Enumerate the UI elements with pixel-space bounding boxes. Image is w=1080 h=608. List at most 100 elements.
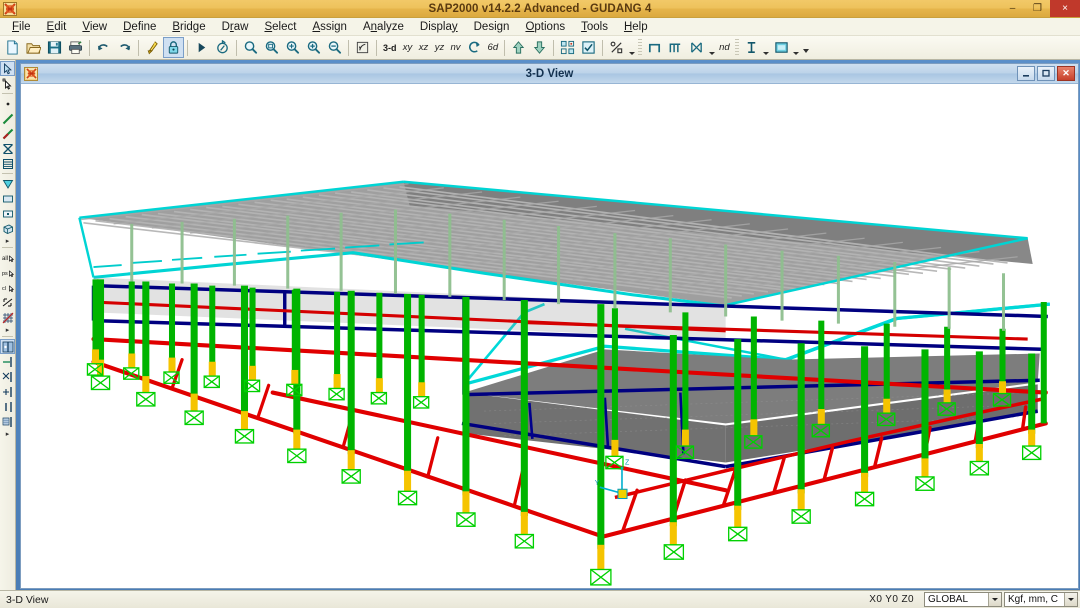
brace-dropdown-icon[interactable] [707, 37, 716, 58]
save-icon[interactable] [44, 37, 65, 58]
menu-select[interactable]: Select [256, 20, 304, 34]
view-nv-button[interactable]: nv [448, 42, 464, 53]
application-body: ▸ all ps cl ▸ ▸ 3-D View ✕ Z Y [0, 60, 1080, 590]
menu-define[interactable]: Define [115, 20, 164, 34]
draw-frame-icon[interactable] [644, 37, 665, 58]
view-restore-button[interactable] [1037, 66, 1055, 81]
snap-to-midpoint-icon[interactable] [0, 354, 15, 369]
draw-section-icon[interactable] [665, 37, 686, 58]
menu-view[interactable]: View [74, 20, 115, 34]
close-button[interactable]: × [1050, 0, 1080, 17]
menu-tools[interactable]: Tools [573, 20, 616, 34]
draw-rect-area-icon[interactable] [0, 191, 15, 206]
quick-draw-area-icon[interactable] [0, 206, 15, 221]
select-using-intersecting-line-icon[interactable] [0, 295, 15, 310]
menu-edit[interactable]: Edit [39, 20, 75, 34]
menu-bridge[interactable]: Bridge [164, 20, 213, 34]
view-3d-button[interactable]: 3-d [380, 43, 400, 53]
maximize-button[interactable]: ❐ [1025, 0, 1050, 17]
zoom-out-one-step-icon[interactable] [324, 37, 345, 58]
view-xy-button[interactable]: xy [400, 42, 416, 53]
clear-selection-icon[interactable]: cl [0, 280, 15, 295]
run-design-icon[interactable] [212, 37, 233, 58]
chevron-down-icon[interactable] [1064, 593, 1077, 606]
snap-to-point-icon[interactable] [0, 339, 15, 354]
view-xz-button[interactable]: xz [416, 42, 432, 53]
menu-help[interactable]: Help [616, 20, 656, 34]
draw-brace-icon[interactable] [686, 37, 707, 58]
quick-draw-brace-icon[interactable] [0, 141, 15, 156]
quick-draw-secondary-icon[interactable] [0, 156, 15, 171]
open-file-icon[interactable] [23, 37, 44, 58]
snap-to-element-intersection-icon[interactable] [0, 369, 15, 384]
nd-button[interactable]: nd [716, 42, 733, 53]
snap-grid-off-icon[interactable] [0, 310, 15, 325]
reshape-element-icon[interactable] [0, 76, 15, 91]
print-graphics-icon[interactable] [65, 37, 86, 58]
restore-full-view-icon[interactable] [261, 37, 282, 58]
quick-draw-frame-icon[interactable] [0, 126, 15, 141]
minimize-button[interactable]: – [1000, 0, 1025, 17]
lock-unlock-model-icon[interactable] [163, 37, 184, 58]
draw-solid-icon[interactable] [0, 221, 15, 236]
refresh-window-icon[interactable] [142, 37, 163, 58]
menu-analyze[interactable]: Analyze [355, 20, 412, 34]
menu-display[interactable]: Display [412, 20, 466, 34]
zoom-in-one-step-icon[interactable] [303, 37, 324, 58]
sap2000-icon [3, 1, 17, 16]
side-toolbar-more-icon-2[interactable]: ▸ [0, 325, 15, 334]
rotate-3d-view-button[interactable]: 6d [485, 42, 502, 53]
pan-icon[interactable] [352, 37, 373, 58]
menu-options[interactable]: Options [517, 20, 573, 34]
toolbar-grip-2[interactable] [734, 38, 739, 57]
snap-perpendicular-icon[interactable] [0, 384, 15, 399]
redo-icon[interactable] [114, 37, 135, 58]
run-analysis-icon[interactable] [191, 37, 212, 58]
previous-zoom-icon[interactable] [282, 37, 303, 58]
three-d-model-canvas[interactable]: Z Y [21, 84, 1078, 588]
menu-file[interactable]: File [4, 20, 39, 34]
display-view-icon[interactable] [771, 37, 792, 58]
coordinate-system-dropdown[interactable]: GLOBAL [924, 592, 1002, 607]
view-yz-button[interactable]: yz [432, 42, 448, 53]
new-model-icon[interactable] [2, 37, 23, 58]
menu-design[interactable]: Design [466, 20, 518, 34]
perspective-toggle-icon[interactable] [464, 37, 485, 58]
show-text-dropdown-icon[interactable] [762, 37, 771, 58]
units-dropdown[interactable]: Kgf, mm, C [1004, 592, 1078, 607]
window-title: SAP2000 v14.2.2 Advanced - GUDANG 4 [428, 2, 652, 15]
draw-frame-cable-icon[interactable] [0, 111, 15, 126]
three-d-view-title-bar[interactable]: 3-D View ✕ [21, 64, 1078, 84]
assign-loads-icon[interactable] [606, 37, 627, 58]
toolbar-grip[interactable] [638, 38, 643, 57]
snap-to-fine-grid-icon[interactable] [0, 414, 15, 429]
display-view-dropdown-icon[interactable] [792, 37, 801, 58]
assign-loads-dropdown-icon[interactable] [627, 37, 636, 58]
rubber-band-zoom-icon[interactable] [240, 37, 261, 58]
menu-assign[interactable]: Assign [304, 20, 355, 34]
snap-to-line-icon[interactable] [0, 399, 15, 414]
view-minimize-button[interactable] [1017, 66, 1035, 81]
mdi-workspace: 3-D View ✕ Z Y [16, 60, 1080, 590]
move-up-in-list-icon[interactable] [508, 37, 529, 58]
get-previous-selection-icon[interactable]: ps [0, 265, 15, 280]
menu-draw[interactable]: Draw [214, 20, 257, 34]
sap2000-application-window: SAP2000 v14.2.2 Advanced - GUDANG 4 – ❐ … [0, 0, 1080, 608]
side-toolbar-more-icon[interactable]: ▸ [0, 236, 15, 245]
select-all-icon[interactable]: all [0, 250, 15, 265]
svg-text:all: all [2, 256, 8, 262]
side-toolbar: ▸ all ps cl ▸ ▸ [0, 60, 16, 590]
draw-point-icon[interactable] [0, 96, 15, 111]
undo-icon[interactable] [93, 37, 114, 58]
chevron-down-icon[interactable] [988, 593, 1001, 606]
set-display-options-icon[interactable] [557, 37, 578, 58]
draw-poly-area-icon[interactable] [0, 176, 15, 191]
show-undeformed-shape-icon[interactable] [578, 37, 599, 58]
show-text-icon[interactable] [741, 37, 762, 58]
side-toolbar-more-icon-3[interactable]: ▸ [0, 429, 15, 438]
view-close-button[interactable]: ✕ [1057, 66, 1075, 81]
pointer-select-icon[interactable] [0, 61, 15, 76]
main-title-bar: SAP2000 v14.2.2 Advanced - GUDANG 4 – ❐ … [0, 0, 1080, 18]
toolbar-overflow-icon[interactable] [801, 37, 811, 58]
move-down-in-list-icon[interactable] [529, 37, 550, 58]
